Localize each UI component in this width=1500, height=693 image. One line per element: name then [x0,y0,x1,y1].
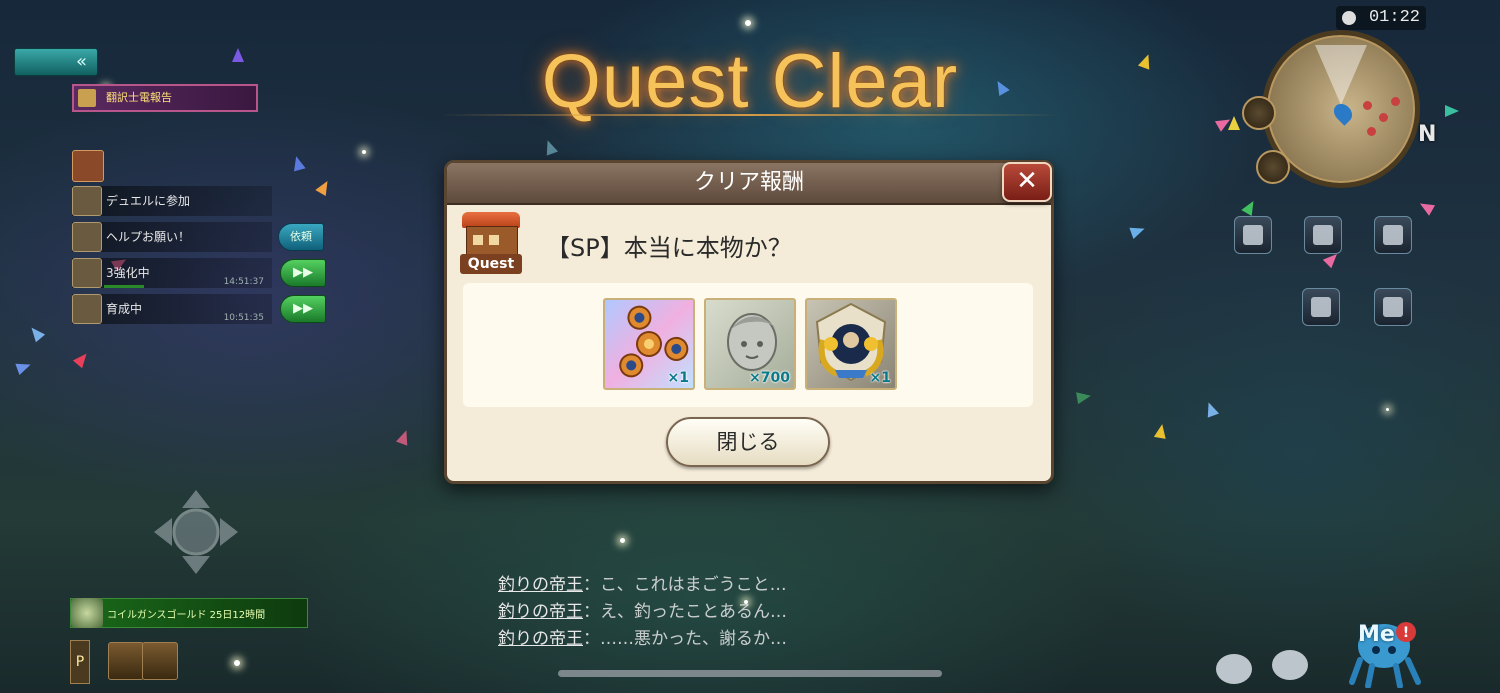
target-icon[interactable] [1374,216,1412,254]
svg-text:!: ! [1403,625,1409,641]
chat-speaker[interactable]: 釣りの帝王 [498,575,583,595]
chat-line: 釣りの帝王：こ、これはまごうこと… [498,575,787,595]
request-button[interactable]: 依頼 [278,223,324,251]
progress-bar [104,285,144,288]
upgrade-icon [72,258,102,288]
dialog-header: クリア報酬 [447,163,1051,205]
title-divider [440,114,1060,116]
task-timer: 10:51:35 [223,313,264,323]
quest-icon-label: Quest [460,254,522,274]
party-icon[interactable] [1374,288,1412,326]
dpad-control[interactable] [152,488,240,576]
quest-clear-title: Quest Clear [541,39,959,124]
task-row[interactable]: 3強化中 14:51:37 [72,258,272,288]
close-x-button[interactable]: ✕ [1002,162,1052,202]
task-label: 3強化中 [106,266,150,280]
notification-icon[interactable] [108,642,144,680]
task-label: デュエルに参加 [106,194,191,208]
fast-forward-button[interactable]: ▶▶ [280,295,326,323]
task-timer: 14:51:37 [223,277,264,287]
collapse-button[interactable]: « [14,48,98,76]
home-indicator[interactable] [558,670,942,677]
fast-forward-button[interactable]: ▶▶ [280,259,326,287]
enemy-marker [1367,127,1376,136]
quest-shop-icon: Quest [460,212,522,274]
map-zoom-button[interactable] [1242,96,1276,130]
task-label: 育成中 [106,302,143,316]
reward-count: ×1 [667,370,689,386]
session-timer: 01:22 [1336,6,1426,30]
buff-icon [71,598,103,628]
help-icon [72,222,102,252]
buff-text: コイルガンスゴールド 25日12時間 [107,610,266,621]
shop-icon[interactable] [1234,216,1272,254]
mission-header-label: 翻訳士電報告 [106,91,172,104]
duel-icon [72,186,102,216]
task-row[interactable]: デュエルに参加 [72,186,272,216]
enemy-marker [1391,97,1400,106]
chat-speaker[interactable]: 釣りの帝王 [498,602,583,622]
task-row[interactable]: ヘルプお願い！ [72,222,272,252]
chat-message: え、釣ったことあるん… [600,602,787,622]
event-badge-icon[interactable] [72,150,104,182]
mission-header[interactable]: 翻訳士電報告 [72,84,258,112]
map-mode-button[interactable] [1256,150,1290,184]
reward-item[interactable]: ×700 [704,298,796,390]
chat-speaker[interactable]: 釣りの帝王 [498,629,583,649]
chat-line: 釣りの帝王：え、釣ったことあるん… [498,602,787,622]
quest-name: 【SP】本当に本物か？ [546,234,792,262]
task-row[interactable]: 育成中 10:51:35 [72,294,272,324]
chat-message: ……悪かった、謝るか… [600,629,787,649]
compass-north: N [1418,122,1437,147]
chat-icon[interactable] [1272,650,1308,680]
task-label: ヘルプお願い！ [106,230,191,244]
me-label: Me [1358,622,1395,647]
reward-count: ×1 [869,370,891,386]
close-button[interactable]: 閉じる [666,417,830,467]
enemy-marker [1379,113,1388,122]
camera-icon[interactable] [1304,216,1342,254]
clock-icon [1342,11,1356,25]
reward-item[interactable]: ×1 [805,298,897,390]
training-icon [72,294,102,324]
skill-icon[interactable] [1302,288,1340,326]
enemy-marker [1363,101,1372,110]
mission-icon [78,89,96,107]
timer-value: 01:22 [1368,8,1420,27]
view-cone [1315,45,1367,105]
reward-item[interactable]: ×1 [603,298,695,390]
reward-count: ×700 [749,370,790,386]
p-button[interactable]: P [70,640,90,684]
chat-message: こ、これはまごうこと… [600,575,787,595]
gift-box-icon[interactable] [142,642,178,680]
chat-line: 釣りの帝王：……悪かった、謝るか… [498,629,787,649]
emote-icon[interactable] [1216,654,1252,684]
buff-status-bar[interactable]: コイルガンスゴールド 25日12時間 [70,598,308,628]
